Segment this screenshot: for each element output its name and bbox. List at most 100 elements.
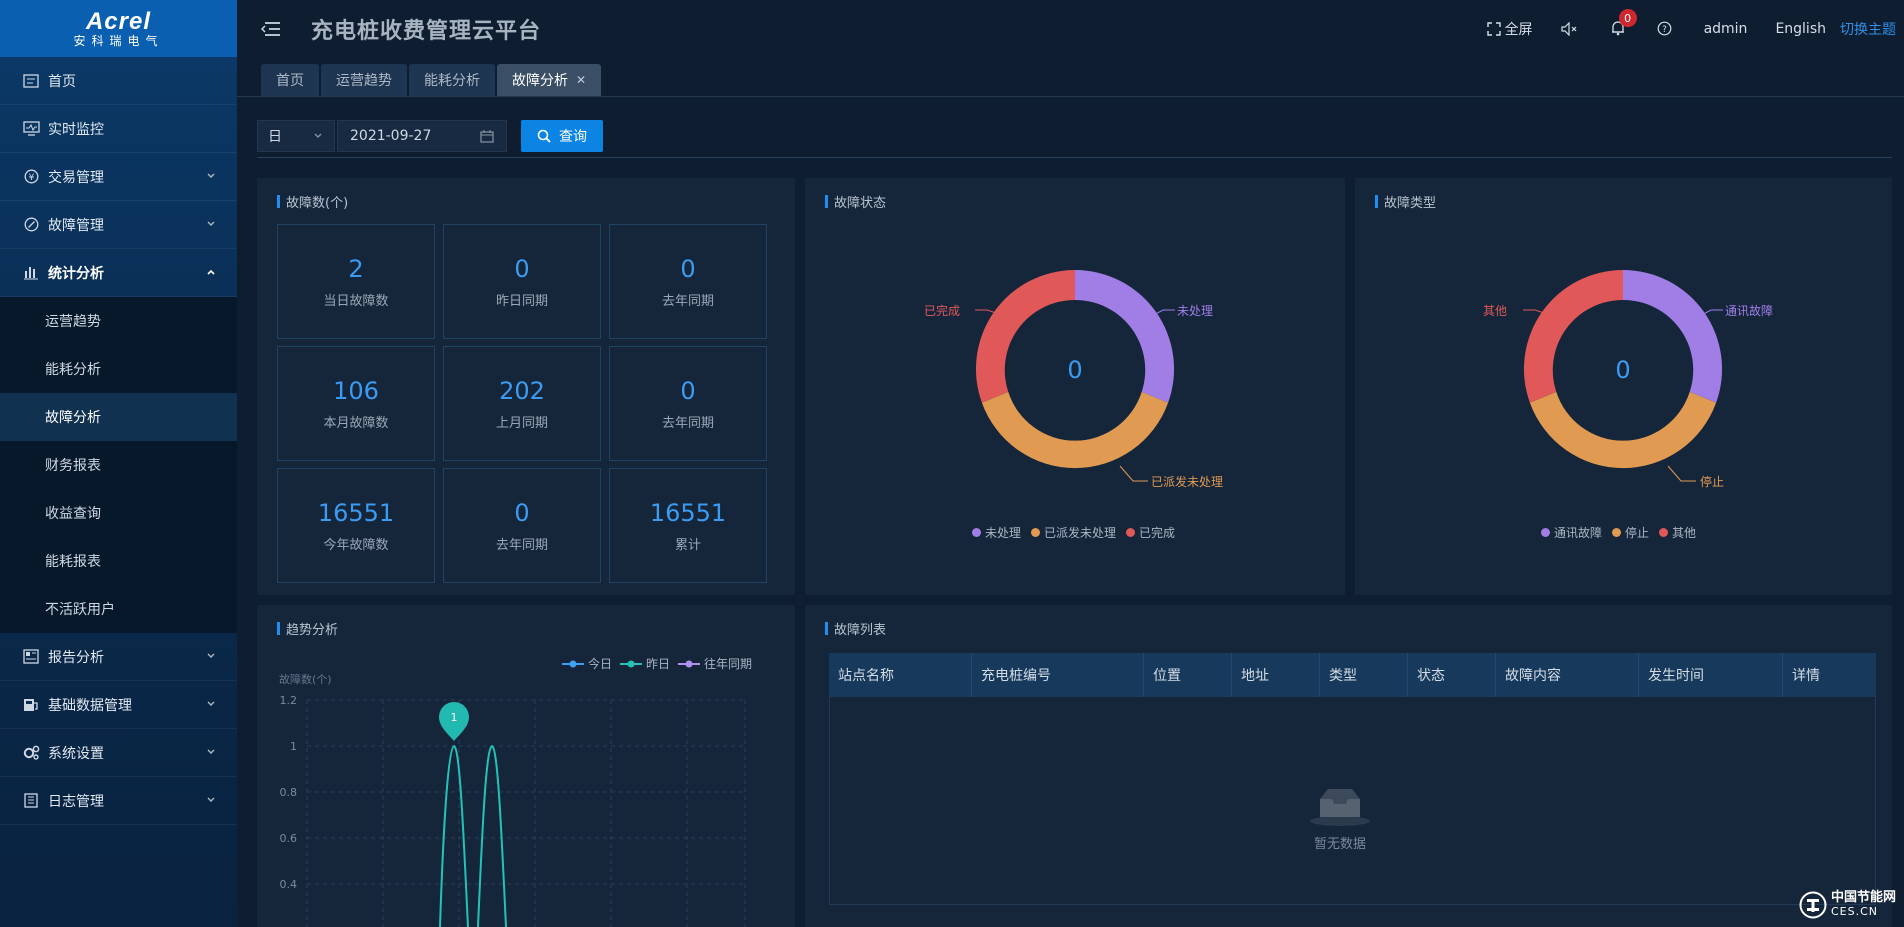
date-value: 2021-09-27 [350, 128, 432, 144]
menu-item-statistics[interactable]: 统计分析 [0, 249, 237, 297]
stat-value: 0 [514, 255, 530, 283]
page-tabs: 首页 运营趋势 能耗分析 故障分析 ✕ [261, 64, 603, 96]
menu-item-base-data[interactable]: 基础数据管理 [0, 681, 237, 729]
stat-value: 0 [514, 499, 530, 527]
submenu-item-revenue-query[interactable]: 收益查询 [0, 489, 237, 537]
menu-item-settings[interactable]: 系统设置 [0, 729, 237, 777]
date-picker[interactable]: 2021-09-27 [337, 120, 507, 152]
log-icon [22, 792, 40, 810]
chevron-down-icon [207, 701, 215, 706]
help-icon: ? [1657, 21, 1671, 36]
monitor-icon [22, 120, 40, 138]
fullscreen-button[interactable]: 全屏 [1486, 19, 1533, 39]
menu-item-home[interactable]: 首页 [0, 57, 237, 105]
chevron-down-icon [207, 797, 215, 802]
fault-icon [22, 216, 40, 234]
panel-title: 故障列表 [825, 619, 886, 638]
col-details[interactable]: 详情 [1783, 653, 1876, 697]
close-icon[interactable]: ✕ [576, 73, 586, 87]
query-bar: 日 2021-09-27 查询 [257, 120, 603, 152]
menu-item-log[interactable]: 日志管理 [0, 777, 237, 825]
notification-badge: 0 [1618, 9, 1637, 27]
menu-label: 日志管理 [48, 793, 104, 810]
fault-status-legend: 未处理 已派发未处理 已完成 [962, 524, 1175, 541]
help-button[interactable]: ? [1657, 21, 1676, 36]
submenu-item-energy-report[interactable]: 能耗报表 [0, 537, 237, 585]
menu-item-monitor[interactable]: 实时监控 [0, 105, 237, 153]
header-actions: 全屏 0 ? admin English 切换主题 [1459, 0, 1904, 57]
menu-label: 首页 [48, 73, 76, 90]
series-line-yesterday[interactable] [439, 744, 469, 927]
legend-comm-fault[interactable]: 通讯故障 [1554, 524, 1602, 541]
user-menu[interactable]: admin [1704, 21, 1748, 37]
menu-label: 实时监控 [48, 121, 104, 138]
col-charger-id[interactable]: 充电桩编号 [972, 653, 1144, 697]
stat-label: 去年同期 [661, 416, 714, 431]
stat-month-faults: 106 本月故障数 [277, 346, 435, 461]
period-value: 日 [268, 129, 282, 145]
tab-home[interactable]: 首页 [261, 64, 319, 96]
tabs-divider [237, 96, 1904, 97]
stat-value: 16551 [317, 499, 395, 527]
language-english[interactable]: English [1775, 21, 1826, 37]
tab-energy-analysis[interactable]: 能耗分析 [409, 64, 495, 96]
transaction-icon: ¥ [22, 168, 40, 186]
menu-item-transaction[interactable]: ¥ 交易管理 [0, 153, 237, 201]
stat-value: 0 [680, 377, 696, 405]
brand-logo[interactable]: Acrel 安科瑞电气 [0, 0, 237, 57]
period-select[interactable]: 日 [257, 120, 335, 152]
tab-operation-trend[interactable]: 运营趋势 [321, 64, 407, 96]
menu-item-fault[interactable]: 故障管理 [0, 201, 237, 249]
col-location[interactable]: 位置 [1144, 653, 1232, 697]
col-status[interactable]: 状态 [1408, 653, 1496, 697]
stat-label: 累计 [674, 538, 701, 553]
stat-value: 16551 [649, 499, 727, 527]
switch-language-link[interactable]: 切换主题 [1840, 19, 1896, 39]
gear-icon [22, 744, 40, 762]
legend-other[interactable]: 其他 [1672, 524, 1696, 541]
search-icon [537, 129, 551, 143]
legend-stop[interactable]: 停止 [1625, 524, 1649, 541]
mute-button[interactable] [1560, 21, 1583, 36]
submenu-item-inactive-users[interactable]: 不活跃用户 [0, 585, 237, 633]
submenu-item-financial-report[interactable]: 财务报表 [0, 441, 237, 489]
chevron-down-icon [207, 653, 215, 658]
menu-item-report[interactable]: 报告分析 [0, 633, 237, 681]
col-occur-time[interactable]: 发生时间 [1639, 653, 1783, 697]
menu-toggle-icon[interactable] [261, 21, 281, 37]
header: 充电桩收费管理云平台 全屏 0 ? admin English 切换主题 [237, 0, 1904, 57]
svg-text:?: ? [1662, 25, 1667, 35]
col-address[interactable]: 地址 [1232, 653, 1320, 697]
query-button[interactable]: 查询 [521, 120, 603, 152]
mute-icon [1560, 21, 1576, 36]
col-fault-content[interactable]: 故障内容 [1496, 653, 1639, 697]
notifications-button[interactable]: 0 [1611, 9, 1637, 36]
stat-value: 106 [333, 377, 379, 405]
donut-segment-dispatched[interactable] [981, 391, 1169, 469]
legend-completed[interactable]: 已完成 [1139, 524, 1175, 541]
table-body: 暂无数据 [829, 697, 1876, 905]
submenu-item-operation-trend[interactable]: 运营趋势 [0, 297, 237, 345]
menu-label: 交易管理 [48, 169, 104, 186]
query-divider [257, 157, 1892, 158]
legend-dot [1031, 528, 1041, 537]
menu-label: 报告分析 [48, 649, 104, 666]
chart-icon [22, 264, 40, 282]
label-comm-fault: 通讯故障 [1725, 304, 1774, 318]
col-type[interactable]: 类型 [1320, 653, 1408, 697]
menu-label: 系统设置 [48, 745, 104, 762]
statistics-submenu: 运营趋势 能耗分析 故障分析 财务报表 收益查询 能耗报表 不活跃用户 [0, 297, 237, 633]
legend-dispatched[interactable]: 已派发未处理 [1044, 524, 1116, 541]
tab-fault-analysis[interactable]: 故障分析 ✕ [497, 64, 602, 96]
empty-inbox-icon [1310, 789, 1370, 826]
col-station-name[interactable]: 站点名称 [829, 653, 972, 697]
label-completed: 已完成 [924, 304, 961, 318]
donut-segment-stop[interactable] [1529, 391, 1717, 469]
chevron-down-icon [207, 173, 215, 178]
stat-label: 今年故障数 [323, 538, 389, 553]
fullscreen-icon [1486, 21, 1501, 36]
submenu-item-energy-analysis[interactable]: 能耗分析 [0, 345, 237, 393]
series-line-yesterday[interactable] [477, 744, 507, 927]
legend-unhandled[interactable]: 未处理 [985, 524, 1021, 541]
submenu-item-fault-analysis[interactable]: 故障分析 [0, 393, 237, 441]
